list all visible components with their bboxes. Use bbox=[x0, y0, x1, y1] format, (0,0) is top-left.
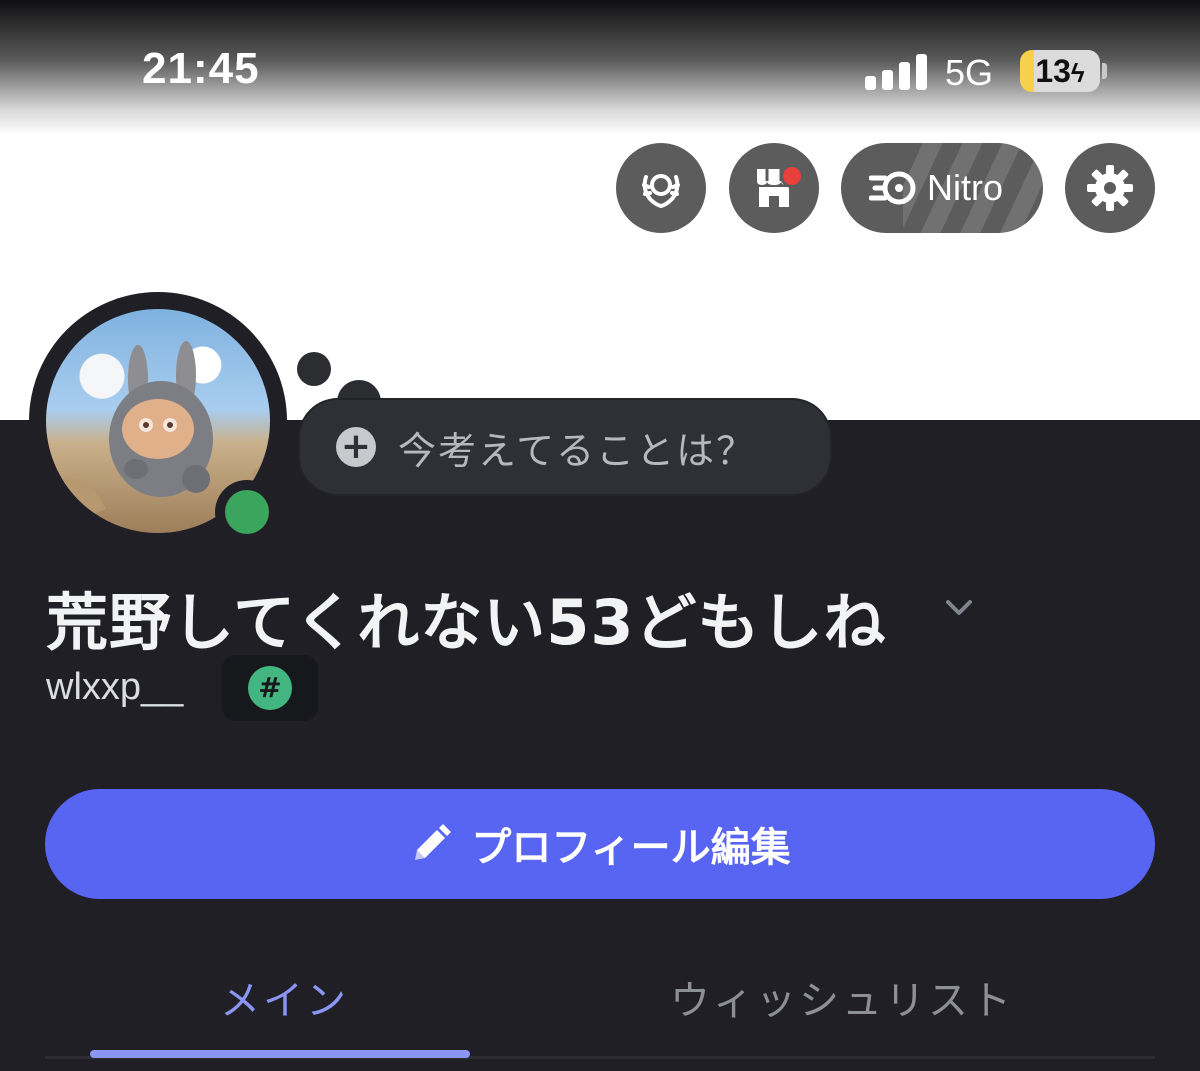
battery-icon: 13ϟ bbox=[1020, 50, 1100, 92]
edit-profile-label: プロフィール編集 bbox=[471, 826, 791, 870]
nitro-button[interactable]: Nitro bbox=[841, 143, 1043, 233]
status-prompt: 今考えてることは？ bbox=[398, 428, 757, 473]
signal-icon bbox=[865, 54, 927, 90]
hashtag-badge-icon: # bbox=[248, 666, 292, 710]
gear-icon bbox=[1087, 165, 1133, 211]
bubble-dot-small bbox=[297, 352, 331, 386]
username: wlxxp__ bbox=[46, 666, 184, 708]
pencil-icon bbox=[415, 824, 452, 860]
achievements-button[interactable] bbox=[616, 143, 706, 233]
tab-main[interactable]: メイン bbox=[220, 968, 349, 1026]
add-icon: + bbox=[336, 427, 376, 467]
network-type: 5G bbox=[945, 52, 994, 93]
settings-button[interactable] bbox=[1065, 143, 1155, 233]
display-name: 荒野してくれない53どもしね bbox=[46, 586, 887, 659]
status-time: 21:45 bbox=[142, 44, 260, 93]
edit-profile-button[interactable]: プロフィール編集 bbox=[45, 789, 1155, 899]
active-tab-indicator bbox=[90, 1050, 470, 1058]
badge-container[interactable]: # bbox=[222, 655, 318, 721]
shop-button[interactable] bbox=[729, 143, 819, 233]
chevron-down-icon[interactable] bbox=[944, 598, 974, 618]
nitro-label: Nitro bbox=[927, 167, 1004, 208]
tab-wishlist[interactable]: ウィッシュリスト bbox=[670, 968, 1014, 1026]
battery-tip bbox=[1102, 63, 1107, 79]
custom-status-bubble[interactable]: + 今考えてることは？ bbox=[298, 398, 832, 496]
battery-level: 13 bbox=[1035, 53, 1071, 89]
online-status-indicator bbox=[225, 490, 269, 534]
laurel-icon bbox=[642, 174, 680, 209]
nitro-icon bbox=[869, 171, 916, 205]
notification-dot bbox=[780, 164, 804, 188]
